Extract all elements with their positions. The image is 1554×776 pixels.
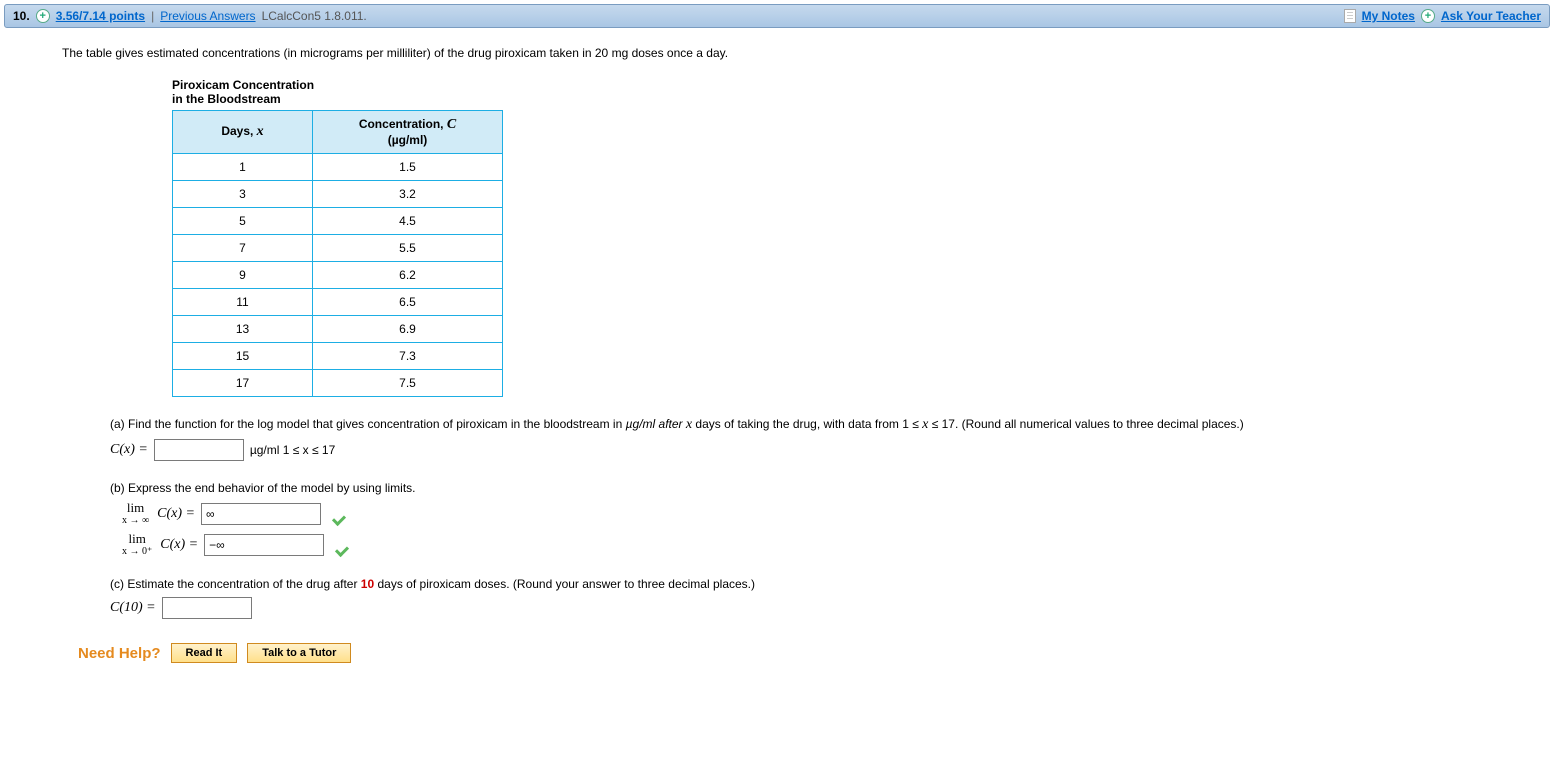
table-row: 136.9 [173, 316, 503, 343]
cell-days: 7 [173, 235, 313, 262]
part-b-limit2: lim x → 0⁺ C(x) = [122, 532, 1492, 557]
part-c-text: (c) Estimate the concentration of the dr… [110, 577, 1492, 591]
plus-icon[interactable]: + [1421, 9, 1435, 23]
expand-icon[interactable]: + [36, 9, 50, 23]
header-right: My Notes + Ask Your Teacher [1344, 9, 1541, 23]
limit-2: lim x → 0⁺ [122, 532, 152, 557]
cell-days: 5 [173, 208, 313, 235]
col-days: Days, x [173, 111, 313, 154]
table-title-1: Piroxicam Concentration [172, 78, 1492, 92]
cell-days: 15 [173, 343, 313, 370]
question-number: 10. [13, 9, 30, 23]
part-b-input-2[interactable] [204, 534, 324, 556]
previous-answers-link[interactable]: Previous Answers [160, 9, 255, 23]
c10-label: C(10) = [110, 600, 156, 616]
concentration-table: Days, x Concentration, C (µg/ml) 11.533.… [172, 110, 503, 397]
cell-concentration: 5.5 [313, 235, 503, 262]
table-row: 11.5 [173, 154, 503, 181]
part-b-limit1: lim x → ∞ C(x) = [122, 501, 1492, 526]
part-a-unit: µg/ml 1 ≤ x ≤ 17 [250, 443, 335, 457]
cell-concentration: 3.2 [313, 181, 503, 208]
part-a-answer: C(x) = µg/ml 1 ≤ x ≤ 17 [110, 439, 1492, 461]
cell-days: 13 [173, 316, 313, 343]
part-b-input-1[interactable] [201, 503, 321, 525]
table-row: 96.2 [173, 262, 503, 289]
cell-days: 1 [173, 154, 313, 181]
table-row: 157.3 [173, 343, 503, 370]
question-id: LCalcCon5 1.8.011. [262, 9, 367, 23]
part-a-input[interactable] [154, 439, 244, 461]
cell-concentration: 7.3 [313, 343, 503, 370]
notes-icon [1344, 9, 1356, 23]
cell-concentration: 6.5 [313, 289, 503, 316]
header-left: 10. + 3.56/7.14 points | Previous Answer… [13, 9, 367, 23]
check-icon [336, 536, 354, 554]
part-c-answer: C(10) = [110, 597, 1492, 619]
cell-concentration: 4.5 [313, 208, 503, 235]
cell-days: 11 [173, 289, 313, 316]
table-row: 54.5 [173, 208, 503, 235]
my-notes-link[interactable]: My Notes [1362, 9, 1415, 23]
part-b-text: (b) Express the end behavior of the mode… [110, 481, 1492, 495]
cell-concentration: 6.9 [313, 316, 503, 343]
question-content: The table gives estimated concentrations… [0, 32, 1554, 683]
ask-teacher-link[interactable]: Ask Your Teacher [1441, 9, 1541, 23]
col-concentration: Concentration, C (µg/ml) [313, 111, 503, 154]
intro-text: The table gives estimated concentrations… [62, 46, 1492, 60]
cell-days: 3 [173, 181, 313, 208]
need-help-row: Need Help? Read It Talk to a Tutor [78, 643, 1492, 663]
separator: | [151, 9, 154, 23]
cell-concentration: 7.5 [313, 370, 503, 397]
limit-1: lim x → ∞ [122, 501, 149, 526]
question-header: 10. + 3.56/7.14 points | Previous Answer… [4, 4, 1550, 28]
cx-label: C(x) = [110, 442, 148, 458]
part-a-text: (a) Find the function for the log model … [110, 417, 1492, 433]
table-title-2: in the Bloodstream [172, 92, 1492, 106]
need-help-label: Need Help? [78, 645, 161, 662]
points-link[interactable]: 3.56/7.14 points [56, 9, 145, 23]
table-row: 177.5 [173, 370, 503, 397]
talk-tutor-button[interactable]: Talk to a Tutor [247, 643, 351, 663]
part-c-input[interactable] [162, 597, 252, 619]
read-it-button[interactable]: Read It [171, 643, 238, 663]
table-row: 116.5 [173, 289, 503, 316]
cell-concentration: 1.5 [313, 154, 503, 181]
table-row: 75.5 [173, 235, 503, 262]
cell-concentration: 6.2 [313, 262, 503, 289]
table-row: 33.2 [173, 181, 503, 208]
cell-days: 17 [173, 370, 313, 397]
data-table-block: Piroxicam Concentration in the Bloodstre… [172, 78, 1492, 397]
cell-days: 9 [173, 262, 313, 289]
check-icon [333, 505, 351, 523]
